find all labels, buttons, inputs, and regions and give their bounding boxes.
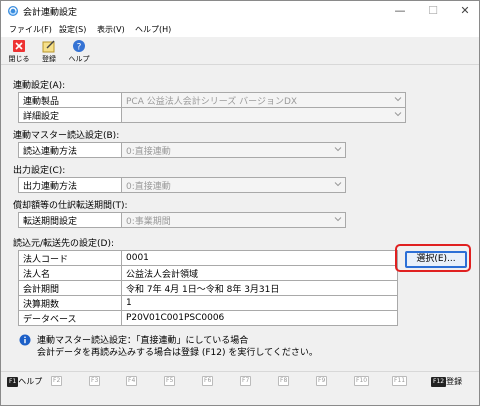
chevron-down-icon — [394, 112, 402, 117]
output-method-value: 0:直接連動 — [126, 181, 171, 192]
link-product-value: PCA 公益法人会計シリーズ バージョンDX — [126, 96, 298, 107]
table-row: 連動製品 PCA 公益法人会計シリーズ バージョンDX — [18, 92, 406, 108]
close-window-button[interactable]: ✕ — [450, 1, 480, 21]
title-bar: 会計連動設定 — ☐ ✕ — [1, 1, 479, 21]
database-value: P20V01C001PSC0006 — [121, 310, 398, 326]
register-icon — [42, 40, 55, 53]
read-method-key: 読込連動方法 — [18, 142, 122, 158]
select-button[interactable]: 選択(E)... — [405, 251, 467, 268]
f12-register-key[interactable]: F12 登録 — [431, 376, 462, 387]
master-read-table: 読込連動方法 0:直接連動 — [18, 142, 346, 158]
output-method-select[interactable]: 0:直接連動 — [121, 177, 346, 193]
chevron-down-icon — [334, 182, 342, 187]
svg-text:?: ? — [77, 43, 82, 53]
link-product-key: 連動製品 — [18, 92, 122, 108]
table-row: 法人名 公益法人会計領域 — [18, 265, 398, 281]
corp-name-key: 法人名 — [18, 265, 122, 281]
table-row: 法人コード 0001 — [18, 250, 398, 266]
fiscal-period-key: 会計期間 — [18, 280, 122, 296]
chevron-down-icon — [334, 217, 342, 222]
close-x-icon — [13, 40, 25, 52]
f12-label: 登録 — [446, 377, 463, 386]
corp-name-value: 公益法人会計領域 — [121, 265, 398, 281]
close-button[interactable]: 閉じる — [7, 39, 31, 64]
output-settings-label: 出力設定(C): — [13, 166, 66, 176]
table-row: データベース P20V01C001PSC0006 — [18, 310, 398, 326]
f5-key[interactable]: F5 — [164, 376, 176, 386]
chevron-down-icon — [394, 97, 402, 102]
info-line-2: 会計データを再読み込みする場合は登録 (F12) を実行してください。 — [37, 348, 318, 358]
menu-help[interactable]: ヘルプ(H) — [135, 24, 171, 35]
f6-key[interactable]: F6 — [202, 376, 214, 386]
register-button-label: 登録 — [42, 55, 56, 63]
corp-code-key: 法人コード — [18, 250, 122, 266]
master-read-label: 連動マスター読込設定(B): — [13, 131, 120, 141]
corp-code-value: 0001 — [121, 250, 398, 266]
maximize-button[interactable]: ☐ — [418, 1, 448, 21]
output-method-key: 出力連動方法 — [18, 177, 122, 193]
table-row: 転送期間設定 0:事業期間 — [18, 212, 346, 228]
destination-label: 読込元/転送先の設定(D): — [13, 239, 115, 249]
f8-key[interactable]: F8 — [278, 376, 290, 386]
transfer-period-select[interactable]: 0:事業期間 — [121, 212, 346, 228]
table-row: 読込連動方法 0:直接連動 — [18, 142, 346, 158]
app-icon — [8, 6, 18, 16]
f3-key[interactable]: F3 — [89, 376, 101, 386]
minimize-button[interactable]: — — [385, 1, 415, 21]
help-icon: ? — [73, 40, 85, 53]
read-method-value: 0:直接連動 — [126, 146, 171, 157]
link-product-select[interactable]: PCA 公益法人会計シリーズ バージョンDX — [121, 92, 406, 108]
menu-settings[interactable]: 設定(S) — [59, 24, 86, 35]
close-button-label: 閉じる — [8, 55, 30, 63]
destination-table: 法人コード 0001 法人名 公益法人会計領域 会計期間 令和 7年 4月 1日… — [18, 250, 398, 326]
menu-file[interactable]: ファイル(F) — [9, 24, 52, 35]
table-row: 出力連動方法 0:直接連動 — [18, 177, 346, 193]
menu-view[interactable]: 表示(V) — [97, 24, 125, 35]
output-settings-table: 出力連動方法 0:直接連動 — [18, 177, 346, 193]
database-key: データベース — [18, 310, 122, 326]
transfer-period-value: 0:事業期間 — [126, 216, 171, 227]
link-settings-label: 連動設定(A): — [13, 81, 66, 91]
table-row: 会計期間 令和 7年 4月 1日～令和 8年 3月31日 — [18, 280, 398, 296]
f9-key[interactable]: F9 — [316, 376, 328, 386]
f11-key[interactable]: F11 — [392, 376, 408, 386]
toolbar: 閉じる 登録 ? ヘルプ — [1, 37, 479, 65]
f1-label: ヘルプ — [18, 377, 43, 386]
table-row: 決算期数 1 — [18, 295, 398, 311]
transfer-period-key: 転送期間設定 — [18, 212, 122, 228]
f1-help-key[interactable]: F1 ヘルプ — [7, 376, 42, 387]
fiscal-period-value: 令和 7年 4月 1日～令和 8年 3月31日 — [121, 280, 398, 296]
detail-settings-select[interactable] — [121, 107, 406, 123]
settlement-count-key: 決算期数 — [18, 295, 122, 311]
chevron-down-icon — [334, 147, 342, 152]
help-button-label: ヘルプ — [68, 55, 90, 63]
window-title: 会計連動設定 — [23, 8, 78, 18]
link-settings-table: 連動製品 PCA 公益法人会計シリーズ バージョンDX 詳細設定 — [18, 92, 406, 123]
app-window: 会計連動設定 — ☐ ✕ ファイル(F) 設定(S) 表示(V) ヘルプ(H) … — [0, 0, 480, 406]
info-message: 連動マスター読込設定：「直接連動」にしている場合 会計データを再読み込みする場合… — [13, 331, 393, 359]
depreciation-label: 償却額等の仕訳転送期間(T): — [13, 201, 128, 211]
settlement-count-value: 1 — [121, 295, 398, 311]
help-button[interactable]: ? ヘルプ — [67, 39, 91, 64]
function-key-bar: F1 ヘルプ F2 F3 F4 F5 F6 F7 F8 F9 F10 F11 F1… — [1, 371, 479, 391]
depreciation-table: 転送期間設定 0:事業期間 — [18, 212, 346, 228]
f7-key[interactable]: F7 — [240, 376, 252, 386]
f10-key[interactable]: F10 — [354, 376, 370, 386]
register-button[interactable]: 登録 — [37, 39, 61, 64]
info-icon — [19, 334, 31, 346]
read-method-select[interactable]: 0:直接連動 — [121, 142, 346, 158]
detail-settings-key: 詳細設定 — [18, 107, 122, 123]
menu-bar: ファイル(F) 設定(S) 表示(V) ヘルプ(H) — [1, 21, 479, 37]
table-row: 詳細設定 — [18, 107, 406, 123]
f2-key[interactable]: F2 — [51, 376, 63, 386]
f4-key[interactable]: F4 — [126, 376, 138, 386]
